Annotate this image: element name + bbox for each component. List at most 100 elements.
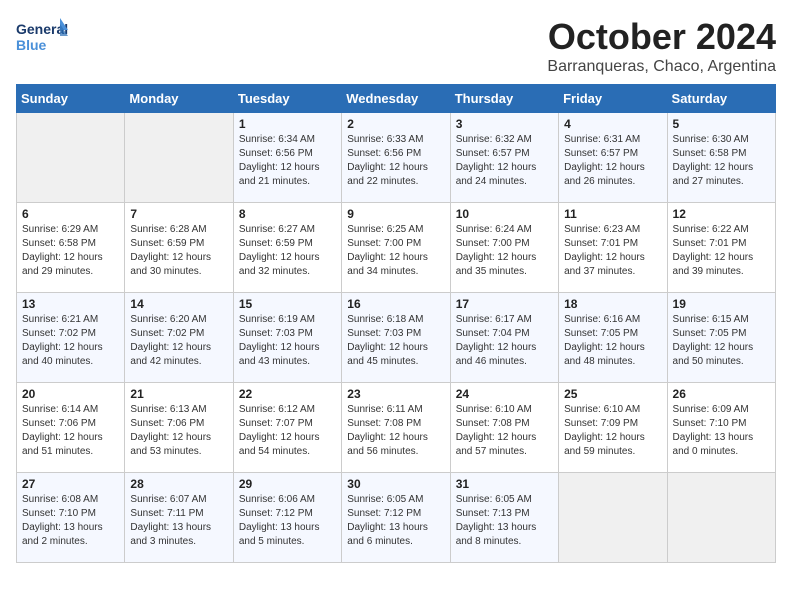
day-cell: 17 Sunrise: 6:17 AM Sunset: 7:04 PM Dayli…: [450, 293, 558, 383]
day-cell: 31Sunrise: 6:05 AM Sunset: 7:13 PM Dayli…: [450, 473, 558, 563]
day-info: Sunrise: 6:10 AM Sunset: 7:08 PM Dayligh…: [456, 404, 537, 457]
title-block: October 2024 Barranqueras, Chaco, Argent…: [547, 16, 776, 76]
day-cell: 12 Sunrise: 6:22 AM Sunset: 7:01 PM Dayli…: [667, 203, 775, 293]
day-cell: 16 Sunrise: 6:18 AM Sunset: 7:03 PM Dayli…: [342, 293, 450, 383]
day-number: 20: [22, 387, 119, 401]
day-number: 22: [239, 387, 336, 401]
day-cell: 6 Sunrise: 6:29 AM Sunset: 6:58 PM Daylig…: [17, 203, 125, 293]
day-cell: 5 Sunrise: 6:30 AM Sunset: 6:58 PM Daylig…: [667, 113, 775, 203]
day-cell: 19Sunrise: 6:15 AM Sunset: 7:05 PM Dayli…: [667, 293, 775, 383]
month-title: October 2024: [547, 16, 776, 58]
day-info: Sunrise: 6:24 AM Sunset: 7:00 PM Dayligh…: [456, 224, 537, 277]
day-number: 10: [456, 207, 553, 221]
day-cell: [667, 473, 775, 563]
day-cell: 25 Sunrise: 6:10 AM Sunset: 7:09 PM Dayli…: [559, 383, 667, 473]
day-cell: 24Sunrise: 6:10 AM Sunset: 7:08 PM Dayli…: [450, 383, 558, 473]
week-row-4: 20 Sunrise: 6:14 AM Sunset: 7:06 PM Dayli…: [17, 383, 776, 473]
header-cell-sunday: Sunday: [17, 85, 125, 113]
day-number: 23: [347, 387, 444, 401]
day-cell: 18 Sunrise: 6:16 AM Sunset: 7:05 PM Dayli…: [559, 293, 667, 383]
logo-icon: General Blue: [16, 16, 68, 58]
day-cell: 9 Sunrise: 6:25 AM Sunset: 7:00 PM Daylig…: [342, 203, 450, 293]
day-info: Sunrise: 6:18 AM Sunset: 7:03 PM Dayligh…: [347, 314, 428, 367]
day-cell: 21Sunrise: 6:13 AM Sunset: 7:06 PM Dayli…: [125, 383, 233, 473]
location-title: Barranqueras, Chaco, Argentina: [547, 58, 776, 76]
day-number: 30: [347, 477, 444, 491]
header-cell-monday: Monday: [125, 85, 233, 113]
day-info: Sunrise: 6:27 AM Sunset: 6:59 PM Dayligh…: [239, 224, 320, 277]
day-cell: 8Sunrise: 6:27 AM Sunset: 6:59 PM Daylig…: [233, 203, 341, 293]
day-cell: [559, 473, 667, 563]
day-cell: 2 Sunrise: 6:33 AM Sunset: 6:56 PM Daylig…: [342, 113, 450, 203]
page-header: General Blue October 2024 Barranqueras, …: [16, 16, 776, 76]
day-number: 31: [456, 477, 553, 491]
day-info: Sunrise: 6:33 AM Sunset: 6:56 PM Dayligh…: [347, 134, 428, 187]
day-number: 15: [239, 297, 336, 311]
day-number: 12: [673, 207, 770, 221]
day-info: Sunrise: 6:32 AM Sunset: 6:57 PM Dayligh…: [456, 134, 537, 187]
header-cell-wednesday: Wednesday: [342, 85, 450, 113]
day-number: 18: [564, 297, 661, 311]
day-cell: 20 Sunrise: 6:14 AM Sunset: 7:06 PM Dayli…: [17, 383, 125, 473]
day-cell: 3 Sunrise: 6:32 AM Sunset: 6:57 PM Daylig…: [450, 113, 558, 203]
day-number: 1: [239, 117, 336, 131]
week-row-1: 1 Sunrise: 6:34 AM Sunset: 6:56 PM Daylig…: [17, 113, 776, 203]
day-info: Sunrise: 6:07 AM Sunset: 7:11 PM Dayligh…: [130, 494, 211, 547]
day-info: Sunrise: 6:28 AM Sunset: 6:59 PM Dayligh…: [130, 224, 211, 277]
day-cell: 30 Sunrise: 6:05 AM Sunset: 7:12 PM Dayli…: [342, 473, 450, 563]
day-info: Sunrise: 6:20 AM Sunset: 7:02 PM Dayligh…: [130, 314, 211, 367]
day-number: 27: [22, 477, 119, 491]
day-info: Sunrise: 6:08 AM Sunset: 7:10 PM Dayligh…: [22, 494, 103, 547]
day-number: 6: [22, 207, 119, 221]
day-info: Sunrise: 6:05 AM Sunset: 7:12 PM Dayligh…: [347, 494, 428, 547]
day-number: 14: [130, 297, 227, 311]
header-cell-friday: Friday: [559, 85, 667, 113]
header-cell-saturday: Saturday: [667, 85, 775, 113]
day-info: Sunrise: 6:10 AM Sunset: 7:09 PM Dayligh…: [564, 404, 645, 457]
day-cell: 29 Sunrise: 6:06 AM Sunset: 7:12 PM Dayli…: [233, 473, 341, 563]
day-info: Sunrise: 6:25 AM Sunset: 7:00 PM Dayligh…: [347, 224, 428, 277]
day-number: 3: [456, 117, 553, 131]
week-row-3: 13Sunrise: 6:21 AM Sunset: 7:02 PM Dayli…: [17, 293, 776, 383]
svg-text:Blue: Blue: [16, 37, 47, 53]
day-cell: 15 Sunrise: 6:19 AM Sunset: 7:03 PM Dayli…: [233, 293, 341, 383]
day-number: 16: [347, 297, 444, 311]
day-cell: 23 Sunrise: 6:11 AM Sunset: 7:08 PM Dayli…: [342, 383, 450, 473]
day-info: Sunrise: 6:12 AM Sunset: 7:07 PM Dayligh…: [239, 404, 320, 457]
day-number: 17: [456, 297, 553, 311]
day-number: 28: [130, 477, 227, 491]
day-info: Sunrise: 6:16 AM Sunset: 7:05 PM Dayligh…: [564, 314, 645, 367]
day-cell: 28 Sunrise: 6:07 AM Sunset: 7:11 PM Dayli…: [125, 473, 233, 563]
day-number: 5: [673, 117, 770, 131]
day-cell: 26Sunrise: 6:09 AM Sunset: 7:10 PM Dayli…: [667, 383, 775, 473]
day-number: 2: [347, 117, 444, 131]
day-info: Sunrise: 6:15 AM Sunset: 7:05 PM Dayligh…: [673, 314, 754, 367]
day-info: Sunrise: 6:06 AM Sunset: 7:12 PM Dayligh…: [239, 494, 320, 547]
calendar-table: SundayMondayTuesdayWednesdayThursdayFrid…: [16, 84, 776, 563]
day-info: Sunrise: 6:14 AM Sunset: 7:06 PM Dayligh…: [22, 404, 103, 457]
day-cell: 14 Sunrise: 6:20 AM Sunset: 7:02 PM Dayli…: [125, 293, 233, 383]
day-info: Sunrise: 6:11 AM Sunset: 7:08 PM Dayligh…: [347, 404, 428, 457]
day-number: 9: [347, 207, 444, 221]
day-cell: 4Sunrise: 6:31 AM Sunset: 6:57 PM Daylig…: [559, 113, 667, 203]
day-cell: 1 Sunrise: 6:34 AM Sunset: 6:56 PM Daylig…: [233, 113, 341, 203]
day-number: 21: [130, 387, 227, 401]
day-number: 29: [239, 477, 336, 491]
day-number: 26: [673, 387, 770, 401]
day-number: 11: [564, 207, 661, 221]
day-info: Sunrise: 6:19 AM Sunset: 7:03 PM Dayligh…: [239, 314, 320, 367]
day-cell: [125, 113, 233, 203]
day-number: 25: [564, 387, 661, 401]
day-info: Sunrise: 6:29 AM Sunset: 6:58 PM Dayligh…: [22, 224, 103, 277]
day-cell: [17, 113, 125, 203]
day-info: Sunrise: 6:21 AM Sunset: 7:02 PM Dayligh…: [22, 314, 103, 367]
day-cell: 11Sunrise: 6:23 AM Sunset: 7:01 PM Dayli…: [559, 203, 667, 293]
header-row: SundayMondayTuesdayWednesdayThursdayFrid…: [17, 85, 776, 113]
day-number: 4: [564, 117, 661, 131]
header-cell-tuesday: Tuesday: [233, 85, 341, 113]
day-info: Sunrise: 6:22 AM Sunset: 7:01 PM Dayligh…: [673, 224, 754, 277]
day-info: Sunrise: 6:17 AM Sunset: 7:04 PM Dayligh…: [456, 314, 537, 367]
day-info: Sunrise: 6:34 AM Sunset: 6:56 PM Dayligh…: [239, 134, 320, 187]
day-info: Sunrise: 6:30 AM Sunset: 6:58 PM Dayligh…: [673, 134, 754, 187]
header-cell-thursday: Thursday: [450, 85, 558, 113]
